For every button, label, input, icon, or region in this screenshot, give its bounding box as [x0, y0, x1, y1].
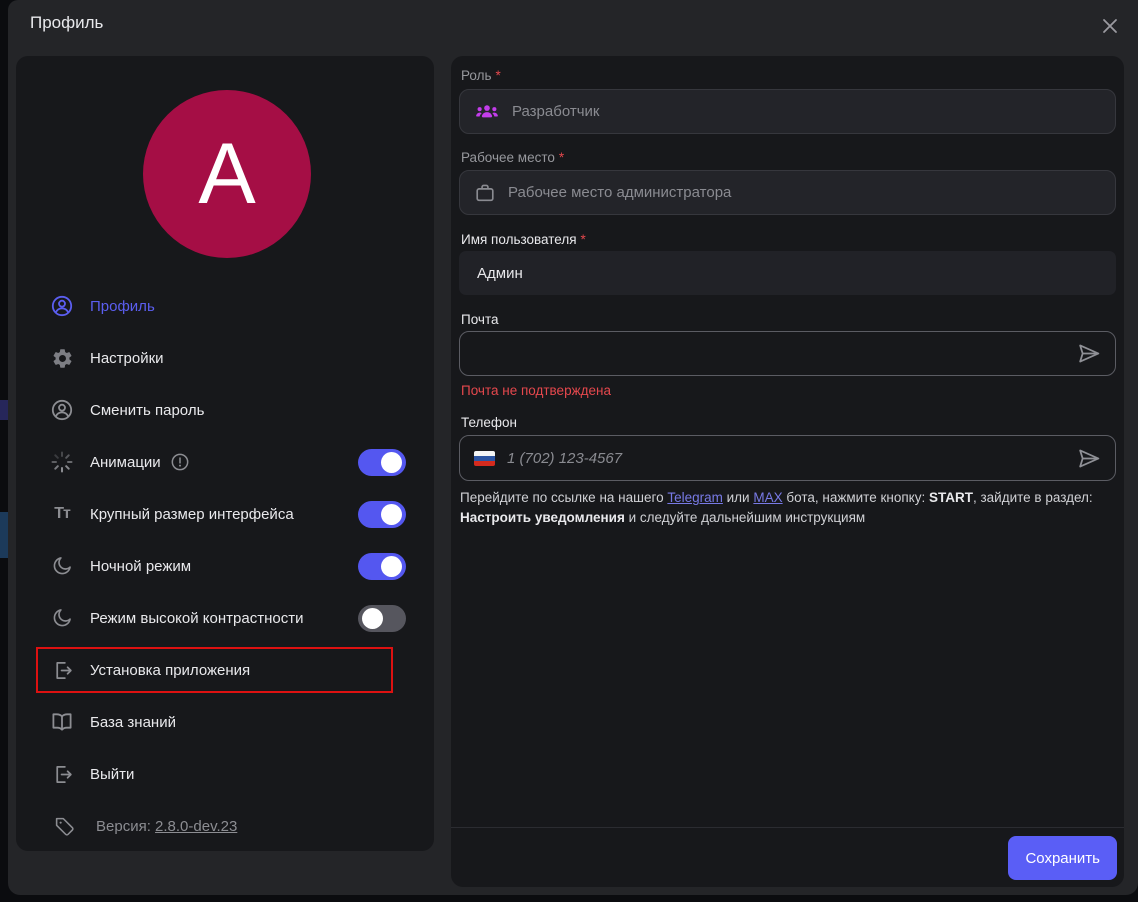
- sidebar-item-large-ui[interactable]: Tт Крупный размер интерфейса: [16, 488, 434, 540]
- app-install-icon: [50, 658, 74, 682]
- sidebar-menu: Профиль Настройки: [16, 280, 434, 800]
- sidebar-item-label: Установка приложения: [90, 662, 250, 679]
- phone-label: Телефон: [461, 415, 517, 430]
- telegram-link[interactable]: Telegram: [667, 490, 723, 505]
- sidebar-item-label: База знаний: [90, 714, 176, 731]
- profile-form: Роль* Рабочее место*: [451, 56, 1124, 887]
- moon-icon: [50, 554, 74, 578]
- required-asterisk: *: [581, 232, 586, 247]
- sidebar-item-knowledge-base[interactable]: База знаний: [16, 696, 434, 748]
- sidebar-item-settings[interactable]: Настройки: [16, 332, 434, 384]
- username-input[interactable]: [477, 265, 1098, 282]
- role-input[interactable]: [512, 103, 1101, 120]
- close-icon[interactable]: [1098, 14, 1122, 38]
- notification-hint: Перейдите по ссылке на нашего Telegram и…: [460, 488, 1114, 528]
- sidebar-item-night-mode[interactable]: Ночной режим: [16, 540, 434, 592]
- backdrop-fragment: [0, 400, 8, 420]
- info-icon[interactable]: [170, 452, 190, 472]
- dialog-title: Профиль: [30, 13, 103, 33]
- tag-icon: [54, 816, 75, 837]
- avatar-letter: А: [198, 131, 255, 217]
- required-asterisk: *: [559, 150, 564, 165]
- moon-icon: [50, 606, 74, 630]
- profile-dialog: Профиль А Профиль: [8, 0, 1138, 895]
- sidebar-item-label: Крупный размер интерфейса: [90, 506, 294, 523]
- email-label: Почта: [461, 312, 499, 327]
- phone-input[interactable]: [507, 450, 1076, 467]
- workplace-field[interactable]: [459, 170, 1116, 215]
- max-link[interactable]: MAX: [753, 490, 782, 505]
- russia-flag-icon[interactable]: [474, 451, 495, 466]
- logout-icon: [50, 762, 74, 786]
- save-button[interactable]: Сохранить: [1008, 836, 1117, 880]
- group-icon: [474, 99, 500, 125]
- sidebar-item-label: Профиль: [90, 298, 155, 315]
- sidebar-item-label: Режим высокой контрастности: [90, 610, 303, 627]
- email-input[interactable]: [474, 345, 1076, 362]
- avatar: А: [143, 90, 311, 258]
- sidebar-item-profile[interactable]: Профиль: [16, 280, 434, 332]
- briefcase-icon: [474, 182, 496, 204]
- sidebar-item-install-app[interactable]: Установка приложения: [16, 644, 434, 696]
- large-ui-toggle[interactable]: [358, 501, 406, 528]
- username-field[interactable]: [459, 251, 1116, 295]
- send-icon[interactable]: [1076, 446, 1101, 471]
- required-asterisk: *: [496, 68, 501, 83]
- sidebar-item-label: Ночной режим: [90, 558, 191, 575]
- version-row: Версия: 2.8.0-dev.23: [16, 800, 434, 852]
- animations-toggle[interactable]: [358, 449, 406, 476]
- user-circle-icon: [50, 398, 74, 422]
- role-field[interactable]: [459, 89, 1116, 134]
- user-circle-icon: [50, 294, 74, 318]
- form-footer: Сохранить: [451, 827, 1124, 887]
- book-icon: [50, 710, 74, 734]
- role-label: Роль*: [461, 68, 501, 83]
- version-link[interactable]: 2.8.0-dev.23: [155, 818, 237, 835]
- gear-icon: [50, 346, 74, 370]
- workplace-label: Рабочее место*: [461, 150, 564, 165]
- version-label: Версия:: [96, 818, 151, 835]
- email-error-text: Почта не подтверждена: [461, 383, 611, 398]
- backdrop-fragment: [0, 512, 8, 558]
- high-contrast-toggle[interactable]: [358, 605, 406, 632]
- screen: Профиль А Профиль: [0, 0, 1138, 902]
- sidebar-item-label: Сменить пароль: [90, 402, 204, 419]
- sidebar-item-animations[interactable]: Анимации: [16, 436, 434, 488]
- send-icon[interactable]: [1076, 341, 1101, 366]
- sidebar-item-label: Настройки: [90, 350, 164, 367]
- sidebar-item-high-contrast[interactable]: Режим высокой контрастности: [16, 592, 434, 644]
- profile-sidebar: А Профиль: [16, 56, 434, 851]
- username-label: Имя пользователя*: [461, 232, 586, 247]
- sidebar-item-logout[interactable]: Выйти: [16, 748, 434, 800]
- workplace-input[interactable]: [508, 184, 1101, 201]
- email-field[interactable]: [459, 331, 1116, 376]
- text-size-icon: Tт: [50, 502, 74, 526]
- spinner-icon: [50, 450, 74, 474]
- sidebar-item-label: Анимации: [90, 454, 161, 471]
- sidebar-item-label: Выйти: [90, 766, 134, 783]
- night-mode-toggle[interactable]: [358, 553, 406, 580]
- sidebar-item-change-password[interactable]: Сменить пароль: [16, 384, 434, 436]
- phone-field[interactable]: [459, 435, 1116, 481]
